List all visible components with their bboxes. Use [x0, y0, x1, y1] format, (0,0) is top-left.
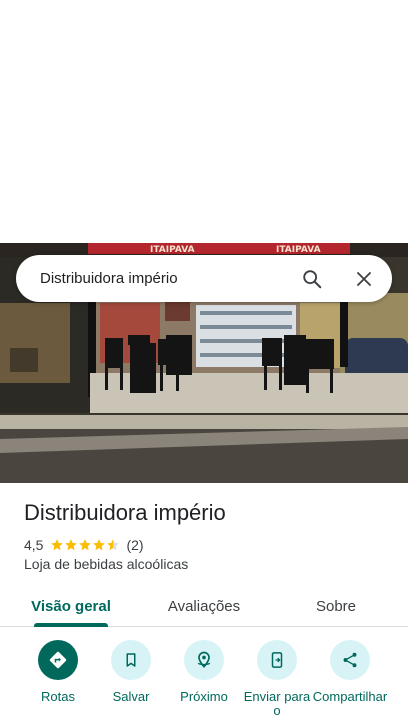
nearby-button[interactable]: Próximo: [166, 640, 242, 704]
star-icon: [65, 539, 78, 551]
star-icon: [79, 539, 92, 551]
place-category: Loja de bebidas alcoólicas: [24, 556, 189, 572]
send-to-phone-icon: [271, 652, 283, 668]
rating-stars: [50, 538, 120, 552]
directions-button[interactable]: Rotas: [20, 640, 96, 704]
directions-label: Rotas: [41, 689, 75, 704]
bookmark-icon: [126, 653, 136, 667]
tab-overview[interactable]: Visão geral: [26, 585, 116, 627]
tab-about[interactable]: Sobre: [306, 585, 366, 627]
rating-value: 4,5: [24, 537, 44, 553]
directions-icon: [49, 651, 67, 669]
place-screen: ITAIPAVA ITAIPAVA Distribuidora império …: [0, 0, 408, 726]
send-to-phone-button[interactable]: Enviar para o: [239, 640, 315, 718]
star-half-icon: [107, 539, 120, 551]
close-icon[interactable]: [344, 259, 384, 299]
search-icon[interactable]: [292, 259, 332, 299]
tab-bar: Visão geral Avaliações Sobre: [0, 585, 408, 627]
share-icon: [343, 652, 357, 668]
place-title: Distribuidora império: [24, 500, 226, 525]
banner-text-2: ITAIPAVA: [276, 245, 321, 255]
star-icon: [93, 539, 106, 551]
nearby-label: Próximo: [180, 689, 228, 704]
tab-reviews[interactable]: Avaliações: [158, 585, 250, 627]
save-label: Salvar: [112, 689, 150, 704]
save-button[interactable]: Salvar: [93, 640, 169, 704]
share-button[interactable]: Compartilhar: [312, 640, 388, 704]
star-icon: [51, 539, 64, 551]
review-count[interactable]: (2): [126, 537, 143, 553]
active-tab-indicator: [34, 623, 108, 627]
share-label: Compartilhar: [312, 689, 388, 704]
action-bar: Rotas Salvar Próximo Enviar para o Compa…: [0, 640, 408, 726]
nearby-icon: [197, 651, 211, 668]
search-bar[interactable]: Distribuidora império: [16, 255, 392, 302]
search-input[interactable]: Distribuidora império: [40, 270, 292, 287]
banner-text-1: ITAIPAVA: [150, 245, 195, 255]
send-to-phone-label: Enviar para o: [243, 689, 311, 718]
rating-row[interactable]: 4,5 (2): [24, 536, 144, 554]
